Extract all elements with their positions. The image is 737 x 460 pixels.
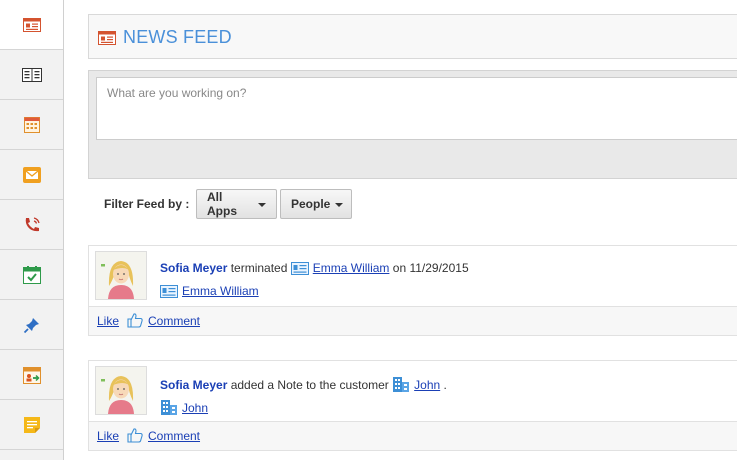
user-name-link[interactable]: Sofia Meyer [160, 378, 227, 392]
news-feed-icon [22, 17, 41, 32]
phone-icon [25, 216, 40, 231]
feed-item-related: John [160, 399, 208, 415]
sidebar-item-pins[interactable] [0, 300, 63, 350]
share-calendar-icon [22, 366, 41, 384]
feed-suffix-text: on 11/29/2015 [392, 261, 469, 275]
target-link[interactable]: Emma William [313, 261, 390, 275]
task-check-icon [22, 265, 41, 284]
chevron-down-icon [335, 203, 344, 207]
sidebar [0, 0, 64, 460]
status-update-panel [88, 70, 737, 179]
feed-item-headline: Sofia Meyer terminated Emma William on 1… [160, 261, 469, 275]
sidebar-item-phone[interactable] [0, 200, 63, 250]
employee-card-icon [290, 262, 309, 275]
filter-label: Filter Feed by : [104, 197, 190, 211]
all-apps-label: All Apps [207, 190, 237, 218]
people-dropdown[interactable]: People [280, 189, 352, 219]
sidebar-item-calendar[interactable] [0, 100, 63, 150]
people-label: People [291, 197, 331, 211]
feed-item-actions: Like Comment [89, 421, 737, 450]
thumbs-up-icon[interactable] [127, 427, 143, 443]
feed-item-actions: Like Comment [89, 306, 737, 335]
related-link[interactable]: Emma William [182, 284, 259, 298]
contacts-icon [21, 67, 42, 82]
all-apps-dropdown[interactable]: All Apps [196, 189, 277, 219]
feed-item: Sofia Meyer terminated Emma William on 1… [88, 245, 737, 336]
sidebar-item-news-feed[interactable] [0, 0, 63, 50]
chevron-down-icon [258, 203, 266, 207]
notes-icon [23, 416, 40, 433]
news-feed-icon [98, 31, 116, 45]
user-name-link[interactable]: Sofia Meyer [160, 261, 227, 275]
mail-icon [22, 166, 41, 183]
avatar [95, 251, 147, 300]
comment-link[interactable]: Comment [148, 429, 200, 443]
target-link[interactable]: John [414, 378, 440, 392]
avatar [95, 366, 147, 415]
sidebar-item-tasks[interactable] [0, 250, 63, 300]
page-title: NEWS FEED [123, 27, 232, 47]
page-header: NEWS FEED [88, 14, 737, 59]
feed-action-text: terminated [230, 261, 288, 275]
feed-item-related: Emma William [160, 284, 259, 298]
calendar-icon [23, 116, 40, 133]
feed-item-headline: Sofia Meyer added a Note to the customer… [160, 376, 447, 392]
feed-item: Sofia Meyer added a Note to the customer… [88, 360, 737, 451]
like-link[interactable]: Like [97, 314, 119, 328]
user-avatar-icon [96, 367, 146, 414]
sidebar-item-mail[interactable] [0, 150, 63, 200]
pin-icon [23, 317, 39, 333]
building-icon [393, 377, 410, 392]
sidebar-item-notes[interactable] [0, 400, 63, 450]
feed-suffix-text: . [443, 378, 447, 392]
thumbs-up-icon[interactable] [127, 312, 143, 328]
user-avatar-icon [96, 252, 146, 299]
status-input[interactable] [96, 77, 737, 140]
sidebar-item-contacts[interactable] [0, 50, 63, 100]
employee-card-icon [160, 285, 178, 298]
building-icon [161, 400, 177, 415]
related-link[interactable]: John [182, 401, 208, 415]
like-link[interactable]: Like [97, 429, 119, 443]
comment-link[interactable]: Comment [148, 314, 200, 328]
sidebar-item-share-calendar[interactable] [0, 350, 63, 400]
feed-action-text: added a Note to the customer [230, 378, 389, 392]
